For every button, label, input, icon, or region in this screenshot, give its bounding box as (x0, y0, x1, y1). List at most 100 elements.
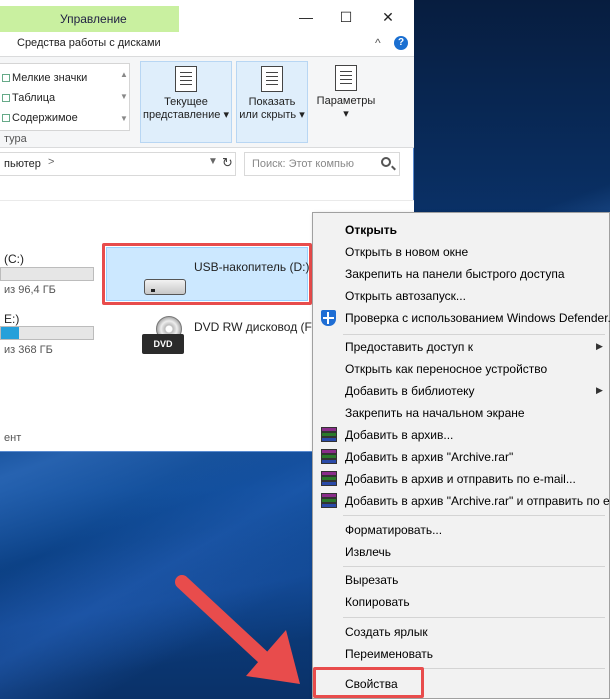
menu-item[interactable]: Открыть (313, 219, 610, 241)
help-icon[interactable]: ? (394, 36, 408, 50)
menu-item[interactable]: Извлечь (313, 541, 610, 563)
menu-item[interactable]: Закрепить на панели быстрого доступа (313, 263, 610, 285)
breadcrumb-chevron-icon[interactable]: > (48, 156, 54, 168)
dvd-drive-label[interactable]: DVD RW дисковод (F: (194, 320, 315, 334)
show-hide-button[interactable]: Показать или скрыть ▾ (236, 61, 308, 143)
menu-item-label: Создать ярлык (345, 625, 428, 639)
menu-item[interactable]: Открыть в новом окне (313, 241, 610, 263)
menu-item-label: Открыть (345, 223, 398, 237)
show-hide-label-2: или скрыть (239, 109, 297, 121)
submenu-arrow-icon: ▶ (596, 385, 603, 395)
menu-item[interactable]: Предоставить доступ к ▶ (313, 336, 610, 358)
menu-item[interactable]: Открыть как переносное устройство (313, 358, 610, 380)
current-view-label-1: Текущее (164, 96, 208, 108)
layout-content[interactable]: Содержимое (12, 112, 78, 124)
gallery-scroll-down-icon[interactable]: ▼ (120, 92, 128, 101)
menu-item[interactable]: Закрепить на начальном экране (313, 402, 610, 424)
search-input[interactable]: Поиск: Этот компью (244, 152, 400, 176)
menu-separator (343, 617, 605, 618)
menu-item-label: Форматировать... (345, 523, 443, 537)
menu-item-label: Предоставить доступ к (345, 340, 473, 354)
show-hide-label-1: Показать (248, 96, 296, 108)
menu-item[interactable]: Вырезать (313, 569, 610, 591)
options-label: Параметры (316, 95, 376, 107)
small-icons-icon (2, 74, 10, 82)
winrar-icon (321, 493, 337, 509)
layout-small-icons[interactable]: Мелкие значки (12, 72, 87, 84)
minimize-button[interactable]: — (286, 4, 326, 30)
options-button[interactable]: Параметры ▾ (310, 61, 382, 143)
menu-item[interactable]: Создать ярлык (313, 621, 610, 643)
menu-item[interactable]: Открыть автозапуск... (313, 285, 610, 307)
menu-item[interactable]: Переименовать (313, 643, 610, 665)
menu-item-label: Вырезать (345, 573, 399, 587)
address-bar[interactable]: пьютер (0, 152, 236, 176)
drive-e-usage-bar (0, 326, 94, 340)
menu-item[interactable]: Добавить в архив и отправить по e-mail..… (313, 468, 610, 490)
menu-separator (343, 334, 605, 335)
menu-item-label: Переименовать (345, 647, 433, 661)
winrar-icon (321, 427, 337, 443)
winrar-icon (321, 449, 337, 465)
context-menu: Открыть Открыть в новом окне Закрепить на … (312, 212, 610, 699)
drive-c-free: из 96,4 ГБ (4, 284, 56, 296)
defender-shield-icon (321, 310, 336, 326)
menu-item[interactable]: Копировать (313, 591, 610, 613)
drive-c-label[interactable]: (C:) (4, 252, 24, 266)
menu-item-label: Добавить в архив... (345, 428, 454, 442)
current-view-button[interactable]: Текущее представление ▾ (140, 61, 232, 143)
options-icon (335, 65, 357, 91)
menu-item-label: Открыть автозапуск... (345, 289, 466, 303)
contextual-tab-manage[interactable]: Управление (0, 6, 179, 32)
menu-item[interactable]: Добавить в архив "Archive.rar" (313, 446, 610, 468)
gallery-scroll-up-icon[interactable]: ▲ (120, 70, 128, 79)
drive-e-free: из 368 ГБ (4, 344, 53, 356)
address-dropdown-icon[interactable]: ▼ (208, 156, 218, 167)
menu-item[interactable]: Добавить в архив... (313, 424, 610, 446)
dropdown-arrow-icon: ▾ (223, 109, 229, 121)
usb-highlight-frame (102, 243, 312, 305)
gallery-expand-icon[interactable]: ▼ (120, 114, 128, 123)
dvd-drive-icon: DVD (142, 316, 186, 356)
menu-item-label: Открыть как переносное устройство (345, 362, 548, 376)
submenu-arrow-icon: ▶ (596, 341, 603, 351)
menu-item[interactable]: Форматировать... (313, 519, 610, 541)
menu-item-label: Добавить в библиотеку (345, 384, 475, 398)
show-hide-label-row: или скрыть ▾ (237, 108, 307, 121)
current-view-icon (175, 66, 197, 92)
menu-item-label: Копировать (345, 595, 410, 609)
search-icon (381, 157, 391, 167)
tab-drive-tools[interactable]: Средства работы с дисками (17, 37, 161, 49)
menu-item[interactable]: Добавить в архив "Archive.rar" и отправи… (313, 490, 610, 512)
menu-item-label: Открыть в новом окне (345, 245, 469, 259)
address-row: пьютер > ▼ ↻ Поиск: Этот компью (0, 152, 414, 178)
refresh-icon[interactable]: ↻ (222, 155, 233, 171)
dvd-badge: DVD (142, 334, 184, 354)
current-view-label-2: представление (143, 109, 221, 121)
close-button[interactable]: ✕ (368, 4, 408, 30)
properties-highlight-frame (313, 667, 424, 698)
winrar-icon (321, 471, 337, 487)
drive-e-label[interactable]: E:) (4, 312, 19, 326)
layout-table[interactable]: Таблица (12, 92, 55, 104)
content-icon (2, 114, 10, 122)
menu-item-label: Добавить в архив "Archive.rar" (345, 450, 514, 464)
menu-item-label: Закрепить на начальном экране (345, 406, 525, 420)
current-view-label-row: представление ▾ (141, 108, 231, 121)
maximize-button[interactable]: ☐ (326, 4, 366, 30)
menu-item[interactable]: Проверка с использованием Windows Defend… (313, 307, 610, 329)
dropdown-arrow-icon: ▾ (299, 109, 305, 121)
ribbon-collapse-chevron-icon[interactable]: ^ (375, 36, 381, 50)
menu-item-label: Добавить в архив и отправить по e-mail..… (345, 472, 576, 486)
menu-item[interactable]: Добавить в библиотеку ▶ (313, 380, 610, 402)
menu-separator (343, 515, 605, 516)
menu-item-label: Закрепить на панели быстрого доступа (345, 267, 565, 281)
menu-item-label: Добавить в архив "Archive.rar" и отправи… (345, 494, 610, 508)
status-text: ент (4, 432, 22, 444)
ribbon-tab-row: Средства работы с дисками ^ (0, 32, 414, 56)
table-icon (2, 94, 10, 102)
ribbon-panel: Мелкие значки Таблица Содержимое ▲ ▼ ▼ т… (0, 56, 414, 148)
dropdown-arrow-icon: ▾ (343, 108, 349, 120)
menu-item-label: Проверка с использованием Windows Defend… (345, 311, 610, 325)
ribbon-group-label: тура (4, 133, 27, 145)
